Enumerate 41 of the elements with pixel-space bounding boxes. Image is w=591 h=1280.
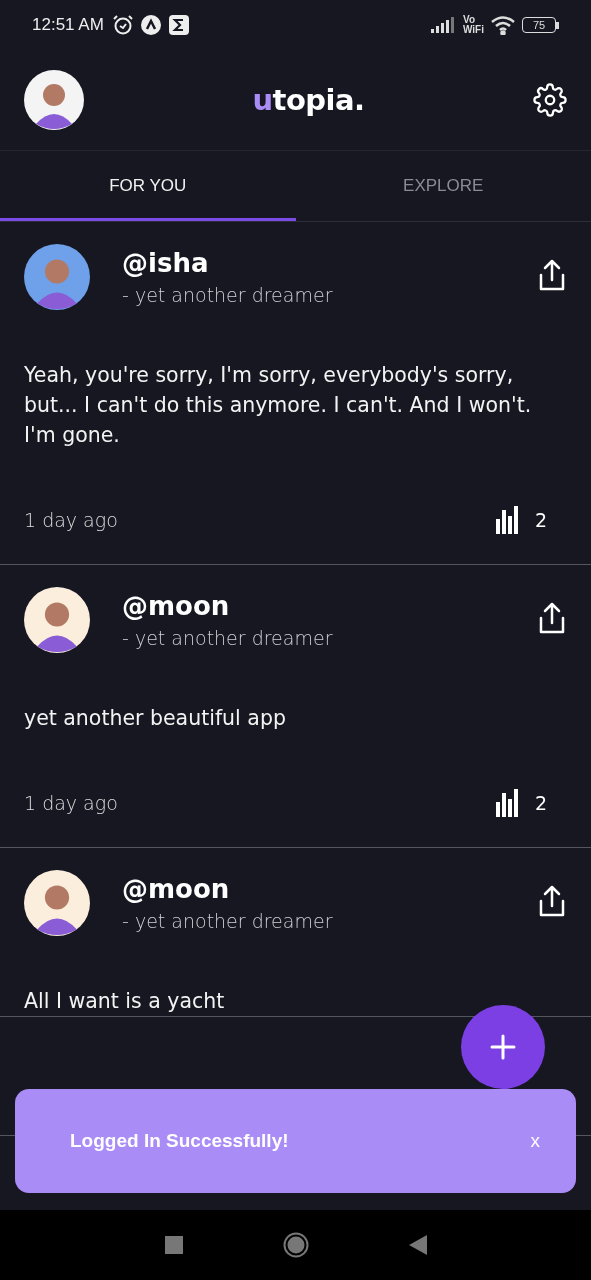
status-time: 12:51 AM xyxy=(32,15,104,35)
share-icon[interactable] xyxy=(537,258,567,292)
feed-tab[interactable]: EXPLORE xyxy=(295,151,591,221)
post-tagline: - yet another dreamer xyxy=(122,910,334,932)
alarm-icon xyxy=(111,14,134,36)
battery-indicator: 75 xyxy=(522,17,556,33)
battery-tip-icon xyxy=(556,21,559,29)
toast-message: Logged In Successfully! xyxy=(70,1130,289,1152)
post-text: Yeah, you're sorry, I'm sorry, everybody's sorry, but... I can't do this anymore. I can't. And I won't. I'm gone. xyxy=(24,362,533,449)
caret-circle-icon xyxy=(139,14,162,36)
signal-icon xyxy=(431,16,457,34)
volte-label: Vo xyxy=(463,15,477,25)
post-time: 1 day ago xyxy=(24,509,118,531)
post-tagline: - yet another dreamer xyxy=(122,284,334,306)
back-icon[interactable] xyxy=(408,1235,427,1255)
views-icon xyxy=(494,506,521,534)
post-time: 1 day ago xyxy=(24,792,118,814)
user-avatar[interactable] xyxy=(24,587,90,653)
home-icon[interactable] xyxy=(282,1232,309,1258)
user-avatar[interactable] xyxy=(24,244,90,310)
feed-tab[interactable]: FOR YOU xyxy=(0,151,296,221)
plus-icon xyxy=(490,1034,516,1060)
post-username[interactable]: @moon xyxy=(122,591,505,621)
profile-avatar[interactable] xyxy=(24,70,84,130)
view-count: 2 xyxy=(534,792,547,814)
app-logo: utopia. xyxy=(252,83,365,117)
post-text: All I want is a yacht xyxy=(24,988,226,1015)
post-text: yet another beautiful app xyxy=(24,705,287,732)
user-avatar[interactable] xyxy=(24,870,90,936)
share-icon[interactable] xyxy=(537,601,567,635)
share-icon[interactable] xyxy=(537,884,567,918)
post-tagline: - yet another dreamer xyxy=(122,627,334,649)
views-icon xyxy=(494,789,521,817)
settings-icon[interactable] xyxy=(533,83,567,117)
view-count: 2 xyxy=(534,509,547,531)
sigma-icon xyxy=(167,14,190,36)
wifi-icon xyxy=(490,15,516,35)
wifi-label: WiFi xyxy=(463,25,484,35)
recents-icon[interactable] xyxy=(164,1236,183,1254)
post-username[interactable]: @moon xyxy=(122,874,505,904)
post-username[interactable]: @isha xyxy=(122,248,505,278)
